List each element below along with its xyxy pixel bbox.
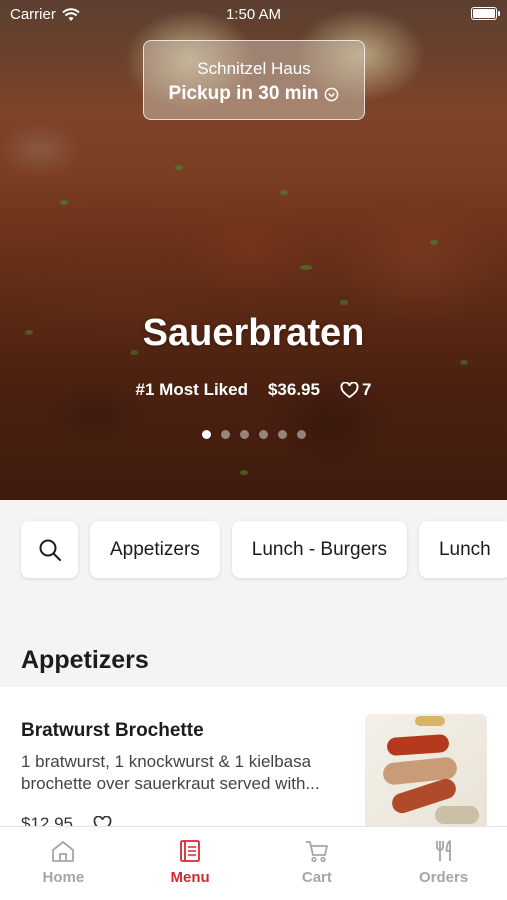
restaurant-name: Schnitzel Haus [197, 59, 311, 78]
tab-label-cart: Cart [301, 869, 332, 886]
featured-likes[interactable]: 7 [340, 380, 371, 400]
carousel-dot[interactable] [220, 430, 230, 439]
category-chips: Appetizers Lunch - Burgers Lunch [21, 521, 507, 578]
carousel-dot[interactable] [296, 430, 306, 439]
tab-orders[interactable]: Orders [380, 827, 507, 900]
featured-meta: #1 Most Liked $36.95 7 [0, 380, 507, 400]
tab-menu[interactable]: Menu [127, 827, 254, 900]
item-photo [365, 714, 487, 834]
battery-icon [471, 7, 500, 20]
tab-label-menu: Menu [170, 869, 210, 886]
search-icon [39, 539, 61, 561]
item-name: Bratwurst Brochette [21, 720, 204, 741]
carousel-dot[interactable] [258, 430, 268, 439]
featured-likes-count: 7 [361, 380, 372, 399]
tab-home[interactable]: Home [0, 827, 127, 900]
tab-label-home: Home [42, 869, 85, 886]
clock: 1:50 AM [225, 6, 282, 23]
tab-bar: Home Menu Cart Orders [0, 826, 507, 900]
menu-item[interactable]: Bratwurst Brochette 1 bratwurst, 1 knock… [0, 687, 507, 837]
category-chip-lunch[interactable]: Lunch [418, 521, 507, 578]
featured-hero[interactable]: Carrier 1:50 AM Schnitzel Haus Pickup in… [0, 0, 507, 500]
tab-label-orders: Orders [419, 869, 469, 886]
heart-icon [340, 381, 359, 398]
featured-rank: #1 Most Liked [135, 380, 248, 399]
category-chip-lunch-burgers[interactable]: Lunch - Burgers [231, 521, 407, 578]
category-chip-appetizers[interactable]: Appetizers [90, 521, 220, 578]
fork-knife-icon [435, 840, 451, 861]
carousel-dot[interactable] [239, 430, 249, 439]
menu-book-icon [180, 840, 201, 862]
carousel-dots[interactable] [0, 430, 507, 439]
tab-cart[interactable]: Cart [254, 827, 381, 900]
search-button[interactable] [21, 521, 78, 578]
featured-title: Sauerbraten [142, 312, 365, 354]
pickup-time-label: Pickup in 30 min [168, 83, 319, 104]
carousel-dot[interactable] [277, 430, 287, 439]
carousel-dot[interactable] [201, 430, 211, 439]
featured-price: $36.95 [267, 380, 320, 399]
cart-icon [305, 841, 328, 863]
status-bar: Carrier 1:50 AM [0, 0, 507, 28]
pickup-selector[interactable]: Schnitzel Haus Pickup in 30 min [143, 40, 365, 120]
home-icon [52, 841, 75, 862]
section-title: Appetizers [21, 646, 149, 674]
item-description: 1 bratwurst, 1 knockwurst & 1 kielbasa b… [21, 752, 320, 793]
chevron-circle-icon [325, 87, 339, 101]
